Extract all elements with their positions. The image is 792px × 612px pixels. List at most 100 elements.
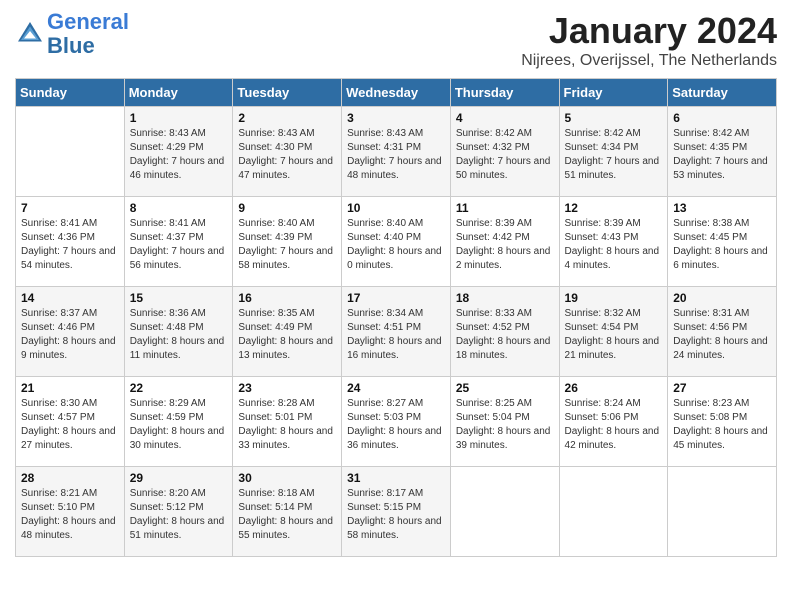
calendar-cell: 25 Sunrise: 8:25 AMSunset: 5:04 PMDayligh… bbox=[450, 377, 559, 467]
day-info: Sunrise: 8:38 AMSunset: 4:45 PMDaylight:… bbox=[673, 217, 771, 273]
weekday-header-row: SundayMondayTuesdayWednesdayThursdayFrid… bbox=[16, 79, 777, 107]
weekday-header-sunday: Sunday bbox=[16, 79, 125, 107]
day-number: 25 bbox=[456, 381, 554, 395]
day-info: Sunrise: 8:32 AMSunset: 4:54 PMDaylight:… bbox=[565, 307, 663, 363]
calendar-cell: 29 Sunrise: 8:20 AMSunset: 5:12 PMDayligh… bbox=[124, 467, 233, 557]
calendar-cell: 19 Sunrise: 8:32 AMSunset: 4:54 PMDayligh… bbox=[559, 287, 668, 377]
day-info: Sunrise: 8:40 AMSunset: 4:40 PMDaylight:… bbox=[347, 217, 445, 273]
calendar-cell: 11 Sunrise: 8:39 AMSunset: 4:42 PMDayligh… bbox=[450, 197, 559, 287]
day-number: 4 bbox=[456, 111, 554, 125]
day-number: 1 bbox=[130, 111, 228, 125]
calendar-week-row: 14Sunrise: 8:37 AMSunset: 4:46 PMDayligh… bbox=[16, 287, 777, 377]
day-info: Sunrise: 8:40 AMSunset: 4:39 PMDaylight:… bbox=[238, 217, 336, 273]
calendar-cell bbox=[668, 467, 777, 557]
day-number: 28 bbox=[21, 471, 119, 485]
day-number: 31 bbox=[347, 471, 445, 485]
day-info: Sunrise: 8:23 AMSunset: 5:08 PMDaylight:… bbox=[673, 397, 771, 453]
logo: GeneralBlue bbox=[15, 10, 129, 58]
day-number: 12 bbox=[565, 201, 663, 215]
day-number: 3 bbox=[347, 111, 445, 125]
day-info: Sunrise: 8:43 AMSunset: 4:30 PMDaylight:… bbox=[238, 127, 336, 183]
calendar-cell: 23 Sunrise: 8:28 AMSunset: 5:01 PMDayligh… bbox=[233, 377, 342, 467]
calendar-table: SundayMondayTuesdayWednesdayThursdayFrid… bbox=[15, 78, 777, 557]
day-number: 21 bbox=[21, 381, 119, 395]
day-number: 22 bbox=[130, 381, 228, 395]
location-title: Nijrees, Overijssel, The Netherlands bbox=[521, 52, 777, 70]
day-number: 27 bbox=[673, 381, 771, 395]
calendar-week-row: 1 Sunrise: 8:43 AMSunset: 4:29 PMDaylight… bbox=[16, 107, 777, 197]
day-info: Sunrise: 8:39 AMSunset: 4:43 PMDaylight:… bbox=[565, 217, 663, 273]
day-info: Sunrise: 8:24 AMSunset: 5:06 PMDaylight:… bbox=[565, 397, 663, 453]
calendar-cell: 9 Sunrise: 8:40 AMSunset: 4:39 PMDaylight… bbox=[233, 197, 342, 287]
calendar-week-row: 7 Sunrise: 8:41 AMSunset: 4:36 PMDaylight… bbox=[16, 197, 777, 287]
calendar-cell: 3Sunrise: 8:43 AMSunset: 4:31 PMDaylight… bbox=[342, 107, 451, 197]
calendar-cell: 18Sunrise: 8:33 AMSunset: 4:52 PMDayligh… bbox=[450, 287, 559, 377]
weekday-header-saturday: Saturday bbox=[668, 79, 777, 107]
day-info: Sunrise: 8:42 AMSunset: 4:32 PMDaylight:… bbox=[456, 127, 554, 183]
day-info: Sunrise: 8:30 AMSunset: 4:57 PMDaylight:… bbox=[21, 397, 119, 453]
logo-text: GeneralBlue bbox=[47, 10, 129, 58]
day-number: 29 bbox=[130, 471, 228, 485]
day-number: 15 bbox=[130, 291, 228, 305]
day-number: 30 bbox=[238, 471, 336, 485]
calendar-cell: 5 Sunrise: 8:42 AMSunset: 4:34 PMDaylight… bbox=[559, 107, 668, 197]
weekday-header-thursday: Thursday bbox=[450, 79, 559, 107]
day-number: 8 bbox=[130, 201, 228, 215]
day-number: 17 bbox=[347, 291, 445, 305]
weekday-header-tuesday: Tuesday bbox=[233, 79, 342, 107]
day-info: Sunrise: 8:34 AMSunset: 4:51 PMDaylight:… bbox=[347, 307, 445, 363]
calendar-cell bbox=[450, 467, 559, 557]
calendar-cell: 13Sunrise: 8:38 AMSunset: 4:45 PMDayligh… bbox=[668, 197, 777, 287]
month-title: January 2024 bbox=[521, 10, 777, 52]
calendar-cell: 14Sunrise: 8:37 AMSunset: 4:46 PMDayligh… bbox=[16, 287, 125, 377]
weekday-header-monday: Monday bbox=[124, 79, 233, 107]
day-info: Sunrise: 8:18 AMSunset: 5:14 PMDaylight:… bbox=[238, 487, 336, 543]
day-number: 26 bbox=[565, 381, 663, 395]
day-info: Sunrise: 8:43 AMSunset: 4:29 PMDaylight:… bbox=[130, 127, 228, 183]
day-number: 5 bbox=[565, 111, 663, 125]
day-info: Sunrise: 8:17 AMSunset: 5:15 PMDaylight:… bbox=[347, 487, 445, 543]
calendar-cell: 31 Sunrise: 8:17 AMSunset: 5:15 PMDayligh… bbox=[342, 467, 451, 557]
day-info: Sunrise: 8:20 AMSunset: 5:12 PMDaylight:… bbox=[130, 487, 228, 543]
calendar-cell: 12 Sunrise: 8:39 AMSunset: 4:43 PMDayligh… bbox=[559, 197, 668, 287]
day-number: 7 bbox=[21, 201, 119, 215]
calendar-cell: 10Sunrise: 8:40 AMSunset: 4:40 PMDayligh… bbox=[342, 197, 451, 287]
calendar-cell: 22Sunrise: 8:29 AMSunset: 4:59 PMDayligh… bbox=[124, 377, 233, 467]
day-number: 19 bbox=[565, 291, 663, 305]
logo-icon bbox=[15, 19, 45, 49]
day-number: 6 bbox=[673, 111, 771, 125]
calendar-cell bbox=[559, 467, 668, 557]
calendar-cell: 20 Sunrise: 8:31 AMSunset: 4:56 PMDayligh… bbox=[668, 287, 777, 377]
calendar-cell: 21 Sunrise: 8:30 AMSunset: 4:57 PMDayligh… bbox=[16, 377, 125, 467]
day-info: Sunrise: 8:41 AMSunset: 4:37 PMDaylight:… bbox=[130, 217, 228, 273]
day-info: Sunrise: 8:35 AMSunset: 4:49 PMDaylight:… bbox=[238, 307, 336, 363]
day-number: 2 bbox=[238, 111, 336, 125]
calendar-cell: 15Sunrise: 8:36 AMSunset: 4:48 PMDayligh… bbox=[124, 287, 233, 377]
calendar-cell: 27 Sunrise: 8:23 AMSunset: 5:08 PMDayligh… bbox=[668, 377, 777, 467]
calendar-cell: 2 Sunrise: 8:43 AMSunset: 4:30 PMDaylight… bbox=[233, 107, 342, 197]
day-number: 23 bbox=[238, 381, 336, 395]
day-number: 14 bbox=[21, 291, 119, 305]
calendar-cell: 4 Sunrise: 8:42 AMSunset: 4:32 PMDaylight… bbox=[450, 107, 559, 197]
day-info: Sunrise: 8:28 AMSunset: 5:01 PMDaylight:… bbox=[238, 397, 336, 453]
calendar-cell: 7 Sunrise: 8:41 AMSunset: 4:36 PMDaylight… bbox=[16, 197, 125, 287]
calendar-cell: 30 Sunrise: 8:18 AMSunset: 5:14 PMDayligh… bbox=[233, 467, 342, 557]
day-info: Sunrise: 8:33 AMSunset: 4:52 PMDaylight:… bbox=[456, 307, 554, 363]
page-header: GeneralBlue January 2024 Nijrees, Overij… bbox=[15, 10, 777, 70]
day-info: Sunrise: 8:39 AMSunset: 4:42 PMDaylight:… bbox=[456, 217, 554, 273]
day-number: 11 bbox=[456, 201, 554, 215]
day-info: Sunrise: 8:27 AMSunset: 5:03 PMDaylight:… bbox=[347, 397, 445, 453]
day-info: Sunrise: 8:25 AMSunset: 5:04 PMDaylight:… bbox=[456, 397, 554, 453]
day-info: Sunrise: 8:41 AMSunset: 4:36 PMDaylight:… bbox=[21, 217, 119, 273]
day-number: 9 bbox=[238, 201, 336, 215]
day-info: Sunrise: 8:21 AMSunset: 5:10 PMDaylight:… bbox=[21, 487, 119, 543]
calendar-cell: 16 Sunrise: 8:35 AMSunset: 4:49 PMDayligh… bbox=[233, 287, 342, 377]
day-number: 16 bbox=[238, 291, 336, 305]
calendar-cell: 8 Sunrise: 8:41 AMSunset: 4:37 PMDaylight… bbox=[124, 197, 233, 287]
calendar-cell: 28 Sunrise: 8:21 AMSunset: 5:10 PMDayligh… bbox=[16, 467, 125, 557]
calendar-cell: 26 Sunrise: 8:24 AMSunset: 5:06 PMDayligh… bbox=[559, 377, 668, 467]
calendar-cell: 1 Sunrise: 8:43 AMSunset: 4:29 PMDaylight… bbox=[124, 107, 233, 197]
day-info: Sunrise: 8:31 AMSunset: 4:56 PMDaylight:… bbox=[673, 307, 771, 363]
day-number: 20 bbox=[673, 291, 771, 305]
day-info: Sunrise: 8:42 AMSunset: 4:34 PMDaylight:… bbox=[565, 127, 663, 183]
